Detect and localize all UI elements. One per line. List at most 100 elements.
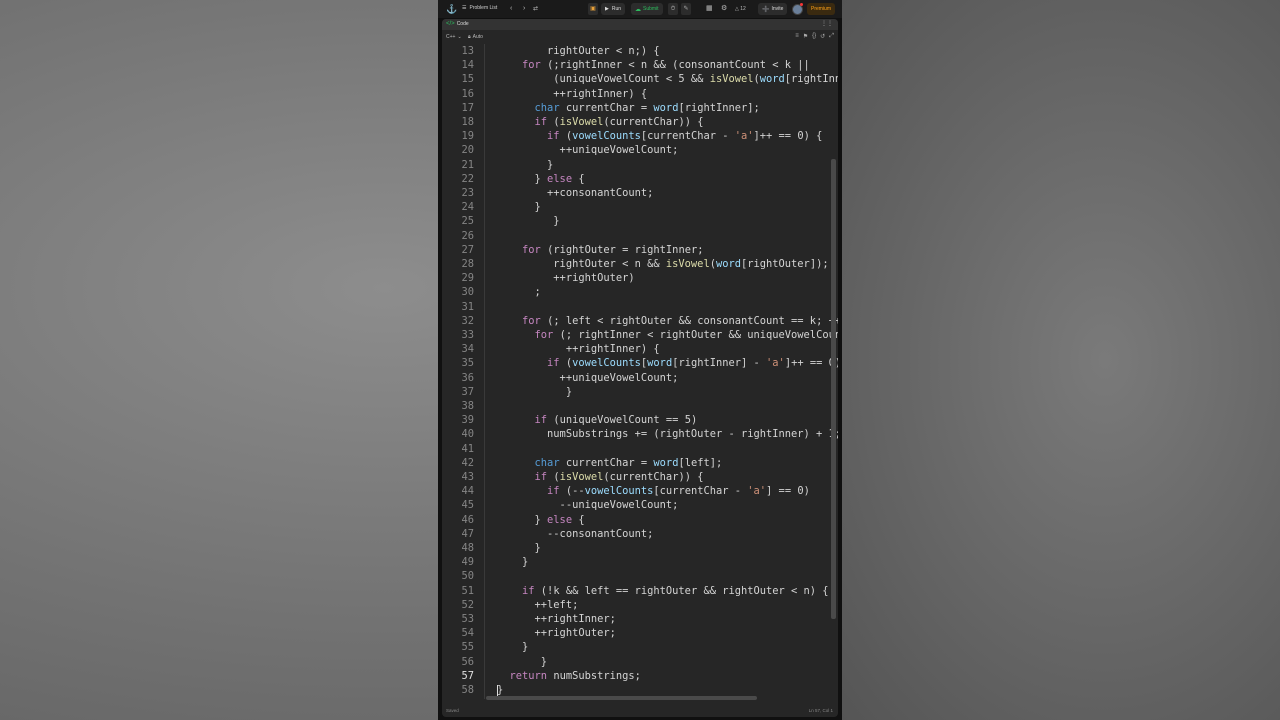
format-icon[interactable]: ≡: [795, 33, 799, 40]
submit-button[interactable]: ☁ Submit: [631, 3, 663, 15]
code-text: if (isVowel(currentChar)) {: [534, 116, 704, 128]
code-line[interactable]: 54 ++rightOuter;: [442, 626, 838, 640]
code-line[interactable]: 42 char currentChar = word[left];: [442, 456, 838, 470]
auto-mode[interactable]: 🔒︎ Auto: [468, 34, 483, 40]
undo-icon[interactable]: ↺: [820, 33, 825, 40]
code-text: ++consonantCount;: [497, 187, 654, 199]
code-line[interactable]: 55 }: [442, 640, 838, 654]
shuffle-icon[interactable]: ⇄: [533, 5, 538, 13]
language-label: C++: [446, 34, 456, 40]
streak-counter[interactable]: △ 12: [735, 4, 746, 14]
code-line[interactable]: 47 --consonantCount;: [442, 527, 838, 541]
code-line[interactable]: 26: [442, 229, 838, 243]
line-number: 29: [461, 272, 474, 285]
horizontal-scrollbar[interactable]: [486, 696, 757, 700]
code-text: if (isVowel(currentChar)) {: [534, 471, 704, 483]
code-line[interactable]: 29 ++rightOuter): [442, 271, 838, 285]
code-line[interactable]: 33 for (; rightInner < rightOuter && uni…: [442, 328, 838, 342]
code-line[interactable]: 41: [442, 442, 838, 456]
code-line[interactable]: 53 ++rightInner;: [442, 612, 838, 626]
code-line[interactable]: 17 char currentChar = word[rightInner];: [442, 101, 838, 115]
code-line[interactable]: 46 } else {: [442, 513, 838, 527]
code-line[interactable]: 24 }: [442, 200, 838, 214]
toolbar-icons: ≡ ⚑ {} ↺ ⤢: [795, 33, 834, 40]
expand-icon[interactable]: ⤢: [829, 33, 834, 40]
line-number: 32: [461, 314, 474, 327]
code-text: ++uniqueVowelCount;: [497, 371, 679, 384]
problem-list-button[interactable]: ☰ Problem List: [462, 5, 497, 11]
code-line[interactable]: 39 if (uniqueVowelCount == 5): [442, 413, 838, 427]
code-line[interactable]: 35 if (vowelCounts[word[rightInner] - 'a…: [442, 356, 838, 370]
code-line[interactable]: 16 ++rightInner) {: [442, 87, 838, 101]
code-line[interactable]: 32 for (; left < rightOuter && consonant…: [442, 314, 838, 328]
code-editor[interactable]: 13 rightOuter < n;) {14 for (;rightInner…: [442, 44, 838, 699]
code-line[interactable]: 31: [442, 300, 838, 314]
code-line[interactable]: 56 }: [442, 655, 838, 669]
invite-button[interactable]: ➕ Invite: [758, 3, 788, 15]
code-line[interactable]: 27 for (rightOuter = rightInner;: [442, 243, 838, 257]
panel-header: </> Code ⋮⋮: [442, 19, 838, 30]
code-line[interactable]: 28 rightOuter < n && isVowel(word[rightO…: [442, 257, 838, 271]
code-line[interactable]: 13 rightOuter < n;) {: [442, 44, 838, 58]
editor-statusbar: Saved Ln 57, Col 1: [442, 703, 838, 717]
code-line[interactable]: 21 }: [442, 158, 838, 172]
chevron-down-icon: ⌄: [457, 34, 462, 40]
premium-button[interactable]: Premium: [807, 3, 836, 15]
language-select[interactable]: C++ ⌄: [446, 34, 462, 40]
tab-code[interactable]: </> Code: [446, 21, 469, 27]
code-line[interactable]: 23 ++consonantCount;: [442, 186, 838, 200]
line-number: 54: [461, 627, 474, 640]
code-line[interactable]: 20 ++uniqueVowelCount;: [442, 143, 838, 157]
settings-icon[interactable]: ⚙: [721, 4, 727, 14]
bookmark-icon[interactable]: ⚑: [803, 33, 808, 40]
line-number: 31: [461, 300, 474, 313]
layout-icon[interactable]: ▦: [706, 4, 713, 14]
code-line[interactable]: 37 }: [442, 385, 838, 399]
code-line[interactable]: 44 if (--vowelCounts[currentChar - 'a'] …: [442, 484, 838, 498]
chevron-right-icon[interactable]: ›: [523, 5, 525, 13]
code-line[interactable]: 50: [442, 569, 838, 583]
timer-icon[interactable]: ⏱: [668, 3, 678, 15]
code-line[interactable]: 45 --uniqueVowelCount;: [442, 498, 838, 512]
code-line[interactable]: 14 for (;rightInner < n && (consonantCou…: [442, 58, 838, 72]
code-line[interactable]: 40 numSubstrings += (rightOuter - rightI…: [442, 427, 838, 441]
code-line[interactable]: 36 ++uniqueVowelCount;: [442, 371, 838, 385]
add-user-icon: ➕: [762, 6, 770, 13]
line-number: 37: [461, 385, 474, 398]
line-number: 25: [461, 215, 474, 228]
braces-icon[interactable]: {}: [812, 33, 816, 40]
line-number: 53: [461, 613, 474, 625]
line-number: 35: [461, 357, 474, 370]
debug-icon[interactable]: ▣: [588, 3, 598, 15]
problem-list-label: Problem List: [469, 5, 498, 11]
drag-handle-icon[interactable]: ⋮⋮: [821, 20, 833, 27]
leetcode-logo-icon[interactable]: ⚓: [446, 4, 457, 14]
chevron-left-icon[interactable]: ‹: [510, 5, 512, 13]
line-number: 15: [461, 73, 474, 86]
invite-label: Invite: [771, 6, 784, 12]
code-line[interactable]: 38: [442, 399, 838, 413]
code-line[interactable]: 43 if (isVowel(currentChar)) {: [442, 470, 838, 484]
code-line[interactable]: 51 if (!k && left == rightOuter && right…: [442, 584, 838, 598]
code-text: }: [497, 542, 541, 554]
code-text: ++rightOuter): [497, 272, 635, 285]
code-line[interactable]: 25 }: [442, 214, 838, 228]
code-line[interactable]: 57 return numSubstrings;: [442, 669, 838, 683]
code-line[interactable]: 52 ++left;: [442, 598, 838, 612]
code-line[interactable]: 48 }: [442, 541, 838, 555]
notes-icon[interactable]: ✎: [681, 3, 691, 15]
line-number: 20: [461, 144, 474, 157]
code-line[interactable]: 22 } else {: [442, 172, 838, 186]
code-line[interactable]: 19 if (vowelCounts[currentChar - 'a']++ …: [442, 129, 838, 143]
code-line[interactable]: 34 ++rightInner) {: [442, 342, 838, 356]
code-line[interactable]: 49 }: [442, 555, 838, 569]
code-line[interactable]: 15 (uniqueVowelCount < 5 && isVowel(word…: [442, 72, 838, 86]
line-number: 27: [461, 243, 474, 256]
code-line[interactable]: 18 if (isVowel(currentChar)) {: [442, 115, 838, 129]
run-button[interactable]: ▶ Run: [601, 3, 626, 15]
run-label: Run: [611, 6, 622, 12]
line-number: 36: [461, 371, 474, 384]
vertical-scrollbar[interactable]: [831, 159, 836, 619]
code-line[interactable]: 30 ;: [442, 285, 838, 299]
line-number: 24: [461, 201, 474, 214]
